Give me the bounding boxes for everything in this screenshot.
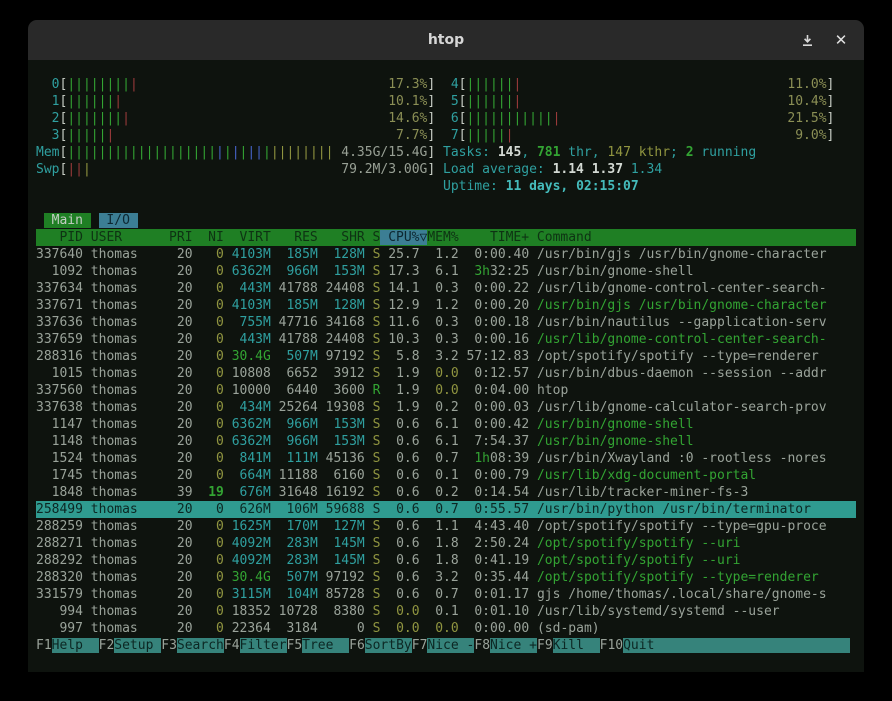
tasks-summary: Tasks: 145, 781 thr, 147 kthr; 2 running	[443, 145, 756, 160]
cpu-meter-row: 3[|||||| 7.7%] 7[|||||| 9.0%]	[36, 127, 856, 144]
uptime-row: Uptime: 11 days, 02:15:07	[36, 178, 856, 195]
fkey-f2[interactable]: F2	[99, 638, 115, 653]
screen-tabs: Main I/O	[36, 212, 856, 229]
process-row[interactable]: 288316 thomas 20 0 30.4G 507M 97192 S 5.…	[36, 348, 856, 365]
tab-main[interactable]: Main	[44, 213, 91, 228]
process-row[interactable]: 337560 thomas 20 0 10000 6440 3600 R 1.9…	[36, 382, 856, 399]
process-row[interactable]: 1745 thomas 20 0 664M 11188 6160 S 0.6 0…	[36, 467, 856, 484]
swap-meter: Swp[||| 79.2M/3.00G]	[36, 162, 435, 177]
process-row[interactable]: 337634 thomas 20 0 443M 41788 24408 S 14…	[36, 280, 856, 297]
fkey-label-search[interactable]: Search	[177, 638, 224, 653]
cpu-meter-6: 6[|||||||||||| 21.5%]	[443, 111, 834, 126]
process-row[interactable]: 1092 thomas 20 0 6362M 966M 153M S 17.3 …	[36, 263, 856, 280]
fkey-f9[interactable]: F9	[537, 638, 553, 653]
cpu-meter-0: 0[||||||||| 17.3%]	[36, 77, 435, 92]
process-row[interactable]: 331579 thomas 20 0 3115M 104M 85728 S 0.…	[36, 586, 856, 603]
process-row[interactable]: 337638 thomas 20 0 434M 25264 19308 S 1.…	[36, 399, 856, 416]
terminal-window: htop ✕ 0[||||||||| 17.3%] 4[|||||||	[28, 20, 864, 672]
fkey-f3[interactable]: F3	[161, 638, 177, 653]
cpu-meter-row: 2[|||||||| 14.6%] 6[|||||||||||| 21.5%]	[36, 110, 856, 127]
process-row[interactable]: 1524 thomas 20 0 841M 111M 45136 S 0.6 0…	[36, 450, 856, 467]
process-row[interactable]: 337659 thomas 20 0 443M 41788 24408 S 10…	[36, 331, 856, 348]
fkey-f4[interactable]: F4	[224, 638, 240, 653]
process-row[interactable]: 1848 thomas 39 19 676M 31648 16192 S 0.6…	[36, 484, 856, 501]
function-key-bar: F1Help F2Setup F3SearchF4FilterF5Tree F6…	[36, 637, 856, 654]
titlebar-buttons: ✕	[798, 20, 850, 60]
cpu-meter-2: 2[|||||||| 14.6%]	[36, 111, 435, 126]
titlebar[interactable]: htop ✕	[28, 20, 864, 60]
fkey-f5[interactable]: F5	[287, 638, 303, 653]
memory-meter: Mem[|||||||||||||||||||||||||||||||||| 4…	[36, 145, 435, 160]
sort-column-cpu[interactable]: CPU%▽	[380, 230, 427, 245]
process-row[interactable]: 994 thomas 20 0 18352 10728 8380 S 0.0 0…	[36, 603, 856, 620]
process-row[interactable]: 1147 thomas 20 0 6362M 966M 153M S 0.6 6…	[36, 416, 856, 433]
fkey-label-setup[interactable]: Setup	[114, 638, 161, 653]
fkey-f8[interactable]: F8	[474, 638, 490, 653]
process-row[interactable]: 997 thomas 20 0 22364 3184 0 S 0.0 0.0 0…	[36, 620, 856, 637]
process-row[interactable]: 288292 thomas 20 0 4092M 283M 145M S 0.6…	[36, 552, 856, 569]
process-row[interactable]: 288271 thomas 20 0 4092M 283M 145M S 0.6…	[36, 535, 856, 552]
table-header[interactable]: PID USER PRI NI VIRT RES SHR S CPU%▽MEM%…	[36, 229, 856, 246]
cpu-meter-1: 1[||||||| 10.1%]	[36, 94, 435, 109]
fkey-label-tree[interactable]: Tree	[302, 638, 349, 653]
download-icon-svg	[801, 34, 814, 47]
process-row[interactable]: 337640 thomas 20 0 4103M 185M 128M S 25.…	[36, 246, 856, 263]
cpu-meter-row: 0[||||||||| 17.3%] 4[||||||| 11.0%]	[36, 76, 856, 93]
process-row[interactable]: 1148 thomas 20 0 6362M 966M 153M S 0.6 6…	[36, 433, 856, 450]
cpu-meter-7: 7[|||||| 9.0%]	[443, 128, 834, 143]
process-row[interactable]: 337636 thomas 20 0 755M 47716 34168 S 11…	[36, 314, 856, 331]
process-row[interactable]: 288320 thomas 20 0 30.4G 507M 97192 S 0.…	[36, 569, 856, 586]
blank-line	[36, 195, 856, 212]
fkey-label-quit[interactable]: Quit	[623, 638, 670, 653]
process-row[interactable]: 1015 thomas 20 0 10808 6652 3912 S 1.9 0…	[36, 365, 856, 382]
process-row[interactable]: 337671 thomas 20 0 4103M 185M 128M S 12.…	[36, 297, 856, 314]
process-row[interactable]: 288259 thomas 20 0 1625M 170M 127M S 0.6…	[36, 518, 856, 535]
window-title: htop	[428, 32, 464, 48]
fkey-f7[interactable]: F7	[412, 638, 428, 653]
cpu-meter-4: 4[||||||| 11.0%]	[443, 77, 834, 92]
swap-row: Swp[||| 79.2M/3.00G] Load average: 1.14 …	[36, 161, 856, 178]
close-icon[interactable]: ✕	[832, 31, 850, 49]
fkey-label-nice-[interactable]: Nice +	[490, 638, 537, 653]
mem-row: Mem[|||||||||||||||||||||||||||||||||| 4…	[36, 144, 856, 161]
fkey-label-nice-[interactable]: Nice -	[427, 638, 474, 653]
fkey-f6[interactable]: F6	[349, 638, 365, 653]
fkey-label-help[interactable]: Help	[52, 638, 99, 653]
uptime: Uptime: 11 days, 02:15:07	[443, 179, 639, 194]
fkey-f1[interactable]: F1	[36, 638, 52, 653]
cpu-meter-5: 5[||||||| 10.4%]	[443, 94, 834, 109]
fkey-f10[interactable]: F10	[600, 638, 623, 653]
desktop: htop ✕ 0[||||||||| 17.3%] 4[|||||||	[0, 0, 892, 701]
htop-screen: 0[||||||||| 17.3%] 4[||||||| 11.0%] 1[||…	[28, 60, 864, 672]
fkey-label-sortby[interactable]: SortBy	[365, 638, 412, 653]
load-average: Load average: 1.14 1.37 1.34	[443, 162, 662, 177]
download-icon[interactable]	[798, 31, 816, 49]
cpu-meter-row: 1[||||||| 10.1%] 5[||||||| 10.4%]	[36, 93, 856, 110]
process-row[interactable]: 258499 thomas 20 0 626M 106M 59688 S 0.6…	[36, 501, 856, 518]
fkey-label-filter[interactable]: Filter	[240, 638, 287, 653]
cpu-meter-3: 3[|||||| 7.7%]	[36, 128, 435, 143]
tab-io[interactable]: I/O	[99, 213, 138, 228]
fkey-label-kill[interactable]: Kill	[553, 638, 600, 653]
